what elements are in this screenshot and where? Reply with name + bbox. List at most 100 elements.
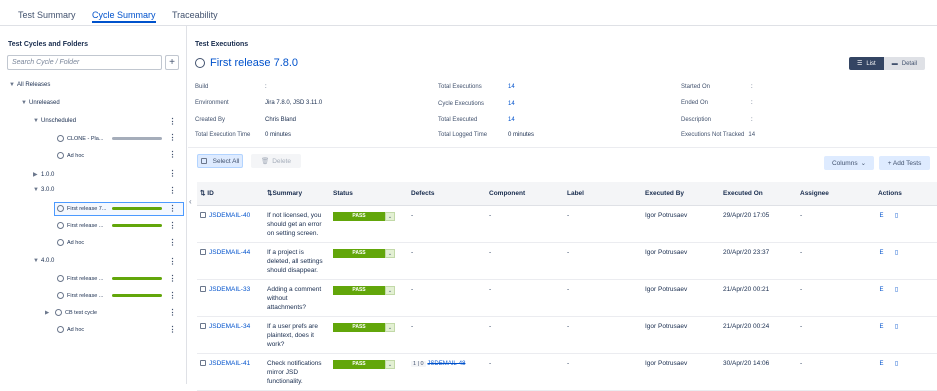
select-all-button[interactable]: Select All [197,154,243,168]
chevron-down-icon[interactable]: ⌄ [385,359,395,369]
delete-icon[interactable]: ▯ [893,360,900,367]
tab-test-summary[interactable]: Test Summary [18,10,76,20]
cell-executed-by: Igor Potrusaev [642,279,720,317]
execute-icon[interactable]: E [878,323,885,330]
delete-icon[interactable]: ▯ [893,249,900,256]
chevron-down-icon[interactable]: ⌄ [385,285,395,295]
table-row[interactable]: JSDEMAIL-41 Check notifications mirror JS… [197,353,937,391]
column-summary[interactable]: ⇅Summary [264,182,330,206]
detail-view-button[interactable]: ▬ Detail [883,57,926,70]
progress-bar [112,137,162,140]
caret-down-icon[interactable]: ▼ [33,118,41,124]
tree-cycle-first-release-2[interactable]: First release ... [57,222,103,229]
defect-link[interactable]: JSDEMAIL-48 [427,361,465,367]
execute-icon[interactable]: E [878,360,885,367]
issue-link[interactable]: JSDEMAIL-41 [209,360,250,367]
cell-executed-by: Igor Potrusaev [642,205,720,243]
caret-down-icon[interactable]: ▼ [33,258,41,264]
row-checkbox[interactable] [200,248,206,255]
caret-down-icon[interactable]: ▼ [9,82,17,88]
caret-right-icon[interactable]: ▶ [45,310,55,316]
chevron-down-icon[interactable]: ⌄ [385,211,395,221]
issue-link[interactable]: JSDEMAIL-34 [209,323,250,330]
more-icon[interactable]: ⋮ [168,290,177,301]
column-defects[interactable]: Defects [408,182,486,206]
more-icon[interactable]: ⋮ [168,256,177,267]
more-icon[interactable]: ⋮ [168,307,177,318]
more-icon[interactable]: ⋮ [168,273,177,284]
column-executed-by[interactable]: Executed By [642,182,720,206]
column-assignee[interactable]: Assignee [797,182,875,206]
row-checkbox[interactable] [200,322,206,329]
column-status[interactable]: Status [330,182,408,206]
caret-right-icon[interactable]: ▶ [33,171,41,178]
table-row[interactable]: JSDEMAIL-34 If a user prefs are plaintext… [197,316,937,354]
tree-unreleased[interactable]: ▼ Unreleased [21,100,60,106]
tree-version-300[interactable]: ▼ 3.0.0 [33,187,54,193]
column-component[interactable]: Component [486,182,564,206]
tree-cycle-first-release-3[interactable]: First release ... [57,275,103,282]
status-dropdown[interactable]: PASS ⌄ [333,359,395,369]
more-icon[interactable]: ⋮ [168,168,177,179]
column-executed-on[interactable]: Executed On [720,182,797,206]
cell-assignee: - [797,205,875,243]
cell-defects: - [408,279,486,317]
delete-icon[interactable]: ▯ [893,323,900,330]
issue-link[interactable]: JSDEMAIL-40 [209,212,250,219]
tree-cycle-cb-test[interactable]: ▶ CB test cycle [45,309,97,316]
table-row[interactable]: JSDEMAIL-33 Adding a comment without atta… [197,279,937,317]
column-id[interactable]: ⇅ ID [197,182,264,206]
column-label[interactable]: Label [564,182,642,206]
columns-button[interactable]: Columns ⌄ [824,156,874,170]
status-dropdown[interactable]: PASS ⌄ [333,285,395,295]
caret-down-icon[interactable]: ▼ [33,187,41,193]
more-icon[interactable]: ⋮ [168,116,177,127]
tree-version-400[interactable]: ▼ 4.0.0 [33,258,54,264]
more-icon[interactable]: ⋮ [168,324,177,335]
tab-cycle-summary[interactable]: Cycle Summary [92,10,156,23]
more-icon[interactable]: ⋮ [168,149,177,160]
row-checkbox[interactable] [200,285,206,292]
chevron-down-icon[interactable]: ⌄ [385,322,395,332]
row-checkbox[interactable] [200,211,206,218]
tree-all-releases[interactable]: ▼ All Releases [9,82,50,88]
add-cycle-button[interactable]: + [165,55,179,70]
execute-icon[interactable]: E [878,212,885,219]
chevron-down-icon[interactable]: ⌄ [385,248,395,258]
table-row[interactable]: JSDEMAIL-44 If a project is deleted, all … [197,242,937,280]
tree-cycle-adhoc-2[interactable]: Ad hoc [57,239,84,246]
more-icon[interactable]: ⋮ [168,237,177,248]
status-dropdown[interactable]: PASS ⌄ [333,248,395,258]
tree-cycle-adhoc-3[interactable]: Ad hoc [57,326,84,333]
more-icon[interactable]: ⋮ [168,132,177,143]
tab-traceability[interactable]: Traceability [172,10,218,20]
table-row[interactable]: JSDEMAIL-40 If not licensed, you should g… [197,205,937,243]
execute-icon[interactable]: E [878,249,885,256]
more-icon[interactable]: ⋮ [168,203,177,214]
more-icon[interactable]: ⋮ [168,185,177,196]
add-tests-button[interactable]: + Add Tests [879,156,930,170]
progress-bar [112,277,162,280]
row-checkbox[interactable] [200,359,206,366]
tree-cycle-clone[interactable]: CLONE - Pla... [57,135,103,142]
search-cycle-input[interactable]: Search Cycle / Folder [7,55,162,70]
more-icon[interactable]: ⋮ [168,220,177,231]
list-view-button[interactable]: ☰ List [849,57,884,70]
delete-button[interactable]: 🗑 Delete [251,154,301,168]
tree-unscheduled[interactable]: ▼ Unscheduled [33,118,76,124]
status-dropdown[interactable]: PASS ⌄ [333,211,395,221]
status-dropdown[interactable]: PASS ⌄ [333,322,395,332]
issue-link[interactable]: JSDEMAIL-44 [209,249,250,256]
cell-assignee: - [797,279,875,317]
cell-assignee: - [797,316,875,354]
caret-down-icon[interactable]: ▼ [21,100,29,106]
issue-link[interactable]: JSDEMAIL-33 [209,286,250,293]
delete-icon[interactable]: ▯ [893,212,900,219]
tree-cycle-first-release-1[interactable]: First release 7... [57,205,106,212]
tree-version-100[interactable]: ▶ 1.0.0 [33,171,54,178]
execute-icon[interactable]: E [878,286,885,293]
tree-cycle-adhoc[interactable]: Ad hoc [57,152,84,159]
tree-cycle-first-release-4[interactable]: First release ... [57,292,103,299]
delete-icon[interactable]: ▯ [893,286,900,293]
list-icon: ☰ [857,61,863,67]
